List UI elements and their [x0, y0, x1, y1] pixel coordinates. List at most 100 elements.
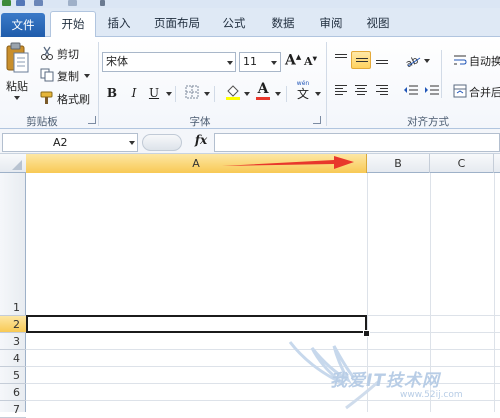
borders-icon[interactable] [185, 85, 199, 99]
orientation-dropdown-icon[interactable] [424, 59, 430, 63]
group-divider [98, 42, 99, 126]
merge-center-icon[interactable] [453, 84, 467, 98]
tab-view[interactable]: 视图 [358, 11, 398, 36]
font-name-value: 宋体 [106, 55, 128, 68]
grow-font-button[interactable]: A▲ [285, 52, 301, 70]
align-center-button[interactable] [351, 82, 371, 100]
font-name-select[interactable]: 宋体 [102, 52, 236, 72]
phonetic-char: 文 [296, 87, 309, 101]
tab-data[interactable]: 数据 [262, 11, 304, 36]
merge-center-label[interactable]: 合并后 [469, 84, 500, 100]
svg-text:ab: ab [404, 55, 420, 68]
watermark-title: 我爱IT技术网 [330, 371, 440, 391]
font-size-select[interactable]: 11 [239, 52, 281, 72]
clipboard-group-label: 剪贴板 [26, 116, 58, 128]
font-color-dropdown-icon[interactable] [275, 92, 281, 96]
align-left-button[interactable] [331, 82, 351, 100]
cut-button[interactable]: 剪切 [40, 45, 90, 61]
wrap-text-icon[interactable] [453, 53, 467, 67]
tab-file[interactable]: 文件 [1, 13, 45, 37]
undo-icon[interactable] [34, 0, 43, 6]
formula-bar-splitter[interactable] [142, 134, 182, 151]
borders-dropdown-icon[interactable] [204, 92, 210, 96]
underline-dropdown-icon[interactable] [166, 92, 172, 96]
phonetic-dropdown-icon[interactable] [315, 92, 321, 96]
divider [214, 86, 215, 102]
fill-color-dropdown-icon[interactable] [244, 92, 250, 96]
row-header-4[interactable]: 4 [0, 350, 26, 367]
paste-label: 粘贴 [6, 80, 28, 93]
italic-button[interactable]: I [126, 85, 142, 101]
quick-access-toolbar [0, 0, 500, 8]
font-launcher-icon[interactable] [313, 116, 321, 124]
format-painter-button[interactable]: 格式刷 [40, 90, 96, 106]
top-align-button[interactable] [331, 51, 351, 69]
fx-icon: fx [194, 133, 208, 147]
redo-icon[interactable] [68, 0, 77, 6]
underline-button[interactable]: U [146, 85, 162, 101]
shrink-font-icon: A [304, 55, 313, 68]
active-cell-a2[interactable] [26, 315, 367, 333]
select-all-button[interactable] [0, 154, 26, 173]
font-color-button[interactable]: A [255, 81, 271, 101]
grow-font-icon: A [285, 52, 296, 69]
align-right-icon [376, 85, 388, 97]
format-painter-icon [40, 91, 53, 104]
annotation-arrow-icon [222, 156, 354, 169]
align-left-icon [335, 85, 347, 97]
shrink-font-button[interactable]: A▼ [304, 55, 320, 71]
formula-input[interactable] [214, 133, 500, 152]
column-header-c[interactable]: C [430, 154, 494, 173]
cut-label: 剪切 [57, 48, 79, 61]
chevron-down-icon [271, 61, 277, 65]
row-header-7[interactable]: 7 [0, 401, 26, 418]
clipboard-launcher-icon[interactable] [88, 116, 96, 124]
paste-button[interactable]: 粘贴 [3, 42, 31, 104]
decrease-indent-icon[interactable] [403, 84, 419, 98]
watermark: 我爱IT技术网 www.52ij.com [282, 338, 500, 412]
bold-button[interactable]: B [104, 85, 120, 101]
bottom-align-button[interactable] [372, 51, 392, 69]
divider [441, 50, 442, 98]
fill-handle[interactable] [363, 330, 370, 337]
align-right-button[interactable] [372, 82, 392, 100]
tab-formulas[interactable]: 公式 [214, 11, 254, 36]
format-painter-label: 格式刷 [57, 93, 90, 106]
font-size-value: 11 [243, 55, 257, 68]
orientation-icon[interactable]: ab [404, 52, 422, 68]
column-header-b[interactable]: B [367, 154, 430, 173]
top-align-icon [335, 54, 347, 60]
font-group-label: 字体 [189, 116, 211, 128]
divider [286, 86, 287, 102]
copy-label: 复制 [57, 70, 79, 83]
copy-button[interactable]: 复制 [40, 67, 94, 83]
row-header-3[interactable]: 3 [0, 333, 26, 350]
row-header-2[interactable]: 2 [0, 316, 26, 333]
tab-insert[interactable]: 插入 [100, 11, 138, 36]
paste-icon [6, 42, 29, 73]
phonetic-pinyin: wén [296, 80, 310, 87]
tab-page-layout[interactable]: 页面布局 [146, 11, 208, 36]
middle-align-button[interactable] [351, 51, 371, 69]
phonetic-button[interactable]: wén 文 [292, 80, 314, 102]
excel-logo-icon [2, 0, 11, 6]
row-header-1[interactable]: 1 [0, 299, 26, 316]
wrap-text-label[interactable]: 自动换 [469, 53, 500, 69]
save-icon[interactable] [16, 0, 25, 6]
name-box[interactable]: A2 [2, 133, 138, 152]
increase-indent-icon[interactable] [424, 84, 440, 98]
row-header-6[interactable]: 6 [0, 384, 26, 401]
tab-home[interactable]: 开始 [50, 11, 96, 37]
font-color-swatch [256, 97, 270, 100]
font-color-icon: A [257, 81, 269, 97]
paste-dropdown-icon[interactable] [14, 96, 20, 100]
fill-color-icon[interactable] [225, 83, 241, 101]
insert-function-button[interactable]: fx [192, 133, 210, 151]
divider [175, 86, 176, 102]
row-header-5[interactable]: 5 [0, 367, 26, 384]
copy-dropdown-icon[interactable] [84, 74, 90, 78]
align-center-icon [355, 85, 367, 97]
customize-qat-icon[interactable] [100, 0, 105, 6]
tab-review[interactable]: 审阅 [310, 11, 352, 36]
copy-icon [40, 68, 54, 82]
